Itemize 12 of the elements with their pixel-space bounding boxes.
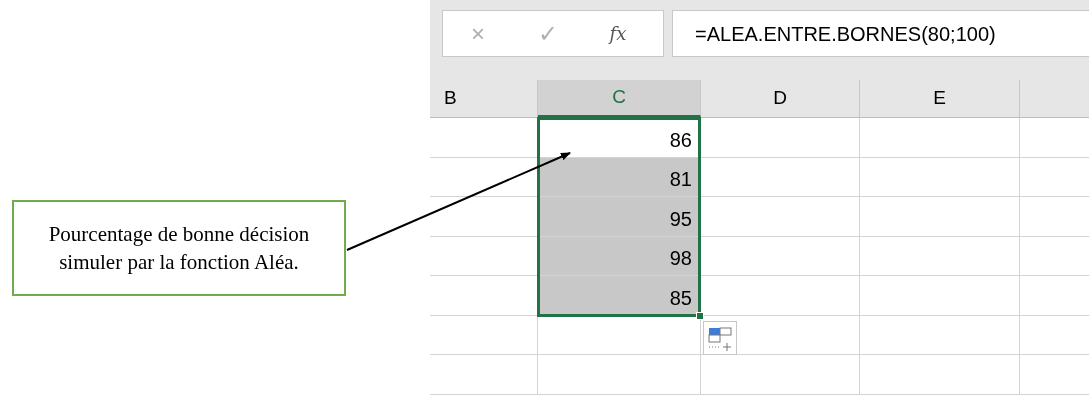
fill-handle[interactable]	[696, 311, 704, 320]
column-header[interactable]: D	[701, 80, 860, 117]
column-header[interactable]: E	[860, 80, 1020, 117]
table-cell[interactable]: 95	[538, 197, 701, 236]
insert-function-button[interactable]: fx	[583, 20, 653, 47]
callout-text: Pourcentage de bonne décision simuler par la fonction Aléa.	[47, 221, 311, 276]
table-cell[interactable]: 85	[538, 276, 701, 315]
table-cell[interactable]: 98	[538, 236, 701, 275]
table-cell[interactable]: 81	[538, 157, 701, 196]
formula-field[interactable]: =ALEA.ENTRE.BORNES(80;100)	[672, 10, 1089, 57]
quick-analysis-icon[interactable]	[703, 320, 737, 355]
column-header[interactable]: C	[538, 80, 701, 117]
